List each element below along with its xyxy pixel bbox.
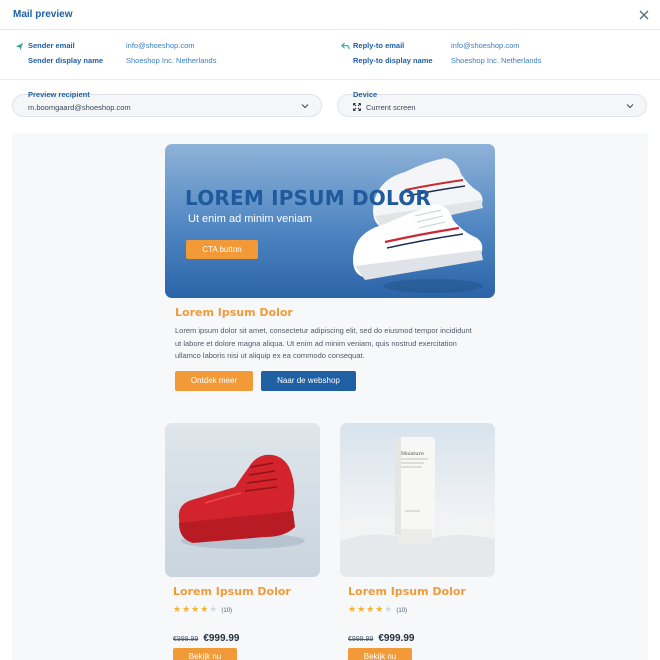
ontdek-meer-button[interactable]: Ontdek meer <box>175 371 253 391</box>
webshop-button[interactable]: Naar de webshop <box>261 371 356 391</box>
price-row: €999.99 €999.99 <box>173 628 239 646</box>
product-card: Lorem Ipsum Dolor ★★★★★ (10) €999.99 €999.… <box>165 423 320 660</box>
price: €999.99 <box>378 633 415 644</box>
hero-cta-button[interactable]: CTA button <box>186 240 258 259</box>
reply-to-email-value: info@shoeshop.com <box>451 41 520 50</box>
sneaker-image <box>353 158 483 293</box>
article-body: Lorem ipsum dolor sit amet, consectetur … <box>175 326 472 360</box>
rating-stars: ★★★★★ (10) <box>348 604 408 614</box>
reply-icon <box>341 42 350 50</box>
send-icon <box>15 42 24 51</box>
red-sneaker-image <box>178 454 305 549</box>
svg-text:Moisture: Moisture <box>401 451 424 457</box>
divider <box>0 79 660 80</box>
device-select[interactable]: Device Current screen <box>337 90 647 117</box>
reply-to-email-label: Reply-to email <box>353 41 405 50</box>
dialog-header: Mail preview <box>0 0 660 30</box>
hero-title: LOREM IPSUM DOLOR <box>185 186 432 210</box>
sender-name-label: Sender display name <box>28 56 104 65</box>
price: €999.99 <box>203 633 240 644</box>
reply-to-name-value: Shoeshop Inc. Netherlands <box>451 56 542 65</box>
expand-icon <box>353 103 361 111</box>
hero-banner: LOREM IPSUM DOLOR Ut enim ad minim venia… <box>165 144 495 298</box>
device-value: Current screen <box>366 103 416 112</box>
email-preview-canvas[interactable]: LOREM IPSUM DOLOR Ut enim ad minim venia… <box>12 133 648 660</box>
dialog-title: Mail preview <box>13 9 73 20</box>
product-title: Lorem Ipsum Dolor <box>348 585 466 598</box>
sender-info: Sender email info@shoeshop.com Sender di… <box>15 41 315 71</box>
price-row: €999.99 €999.99 <box>348 628 414 646</box>
sender-email-label: Sender email <box>28 41 75 50</box>
chevron-down-icon <box>301 104 309 109</box>
cream-tube-image: Moisture <box>340 437 495 577</box>
preview-recipient-select[interactable]: Preview recipient m.boomgaard@shoeshop.c… <box>12 90 322 117</box>
sender-email-value: info@shoeshop.com <box>126 41 195 50</box>
article-title: Lorem Ipsum Dolor <box>175 306 293 319</box>
product-image[interactable]: Moisture <box>340 423 495 577</box>
reply-to-info: Reply-to email info@shoeshop.com Reply-t… <box>341 41 641 71</box>
bekijk-nu-button[interactable]: Bekijk nu <box>348 648 412 660</box>
product-title: Lorem Ipsum Dolor <box>173 585 291 598</box>
bekijk-nu-button[interactable]: Bekijk nu <box>173 648 237 660</box>
sender-name-value: Shoeshop Inc. Netherlands <box>126 56 217 65</box>
old-price: €999.99 <box>173 636 199 643</box>
article-block: Lorem Ipsum Dolor Lorem ipsum dolor sit … <box>175 306 485 363</box>
product-card: Moisture Lorem Ipsum Dolor ★★★★★ (10) €99… <box>340 423 495 660</box>
preview-recipient-label: Preview recipient <box>28 90 90 99</box>
device-label: Device <box>353 90 378 99</box>
close-icon[interactable] <box>637 8 651 22</box>
rating-stars: ★★★★★ (10) <box>173 604 233 614</box>
review-count: (10) <box>396 608 408 614</box>
reply-to-name-label: Reply-to display name <box>353 56 433 65</box>
preview-recipient-value: m.boomgaard@shoeshop.com <box>28 103 131 112</box>
review-count: (10) <box>221 608 233 614</box>
product-image[interactable] <box>165 423 320 577</box>
old-price: €999.99 <box>348 636 374 643</box>
chevron-down-icon <box>626 104 634 109</box>
hero-subtitle: Ut enim ad minim veniam <box>188 213 313 225</box>
